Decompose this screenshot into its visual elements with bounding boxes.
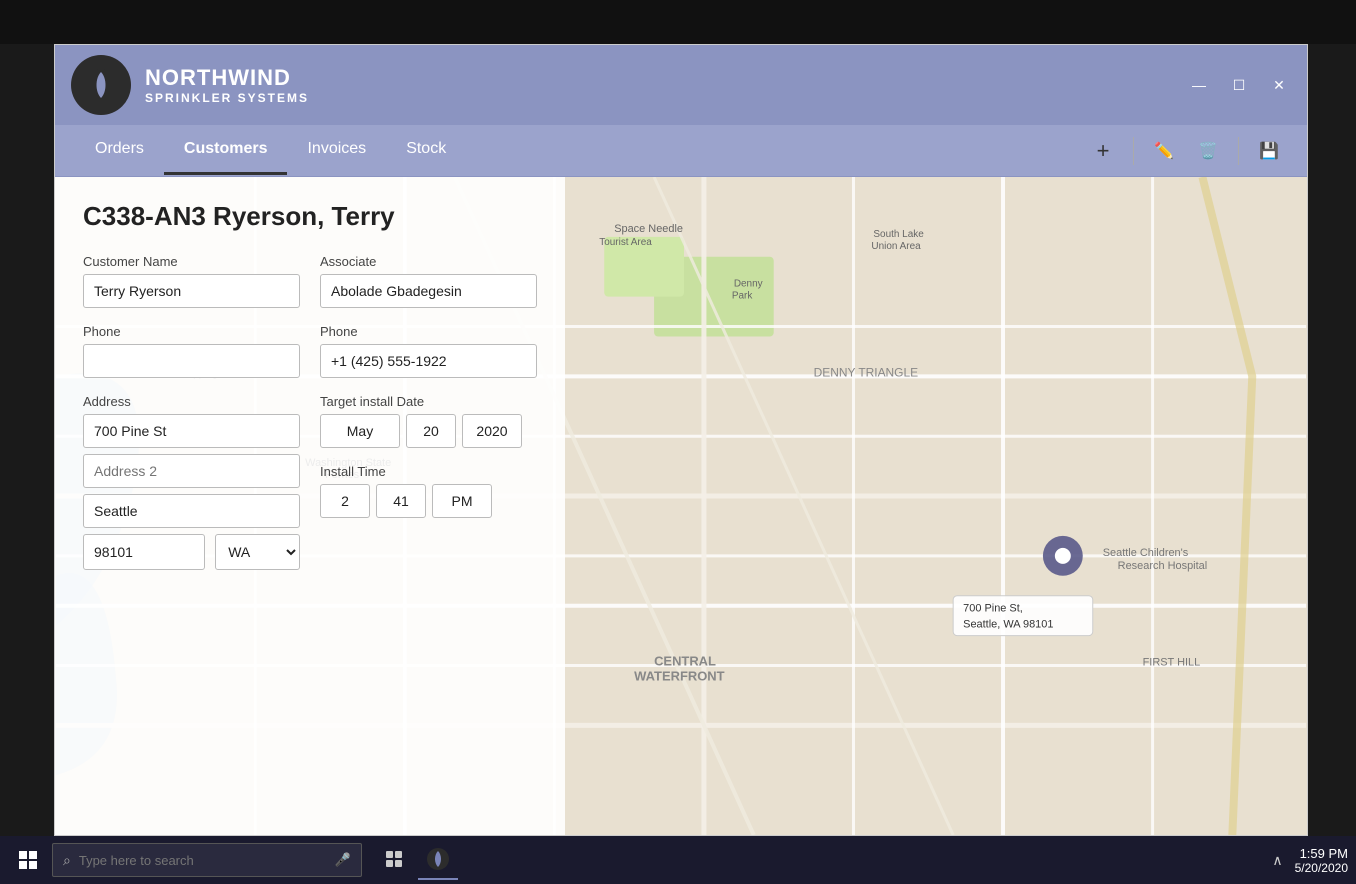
customer-name-group: Customer Name <box>83 254 300 308</box>
add-button[interactable]: + <box>1085 133 1121 169</box>
state-select[interactable]: WA OR CA <box>215 534 300 570</box>
clock-time: 1:59 PM <box>1295 846 1348 861</box>
nav-divider-2 <box>1238 137 1239 165</box>
nav-items: Orders Customers Invoices Stock <box>75 126 466 175</box>
form-row-3: Address WA OR CA Target install Date <box>83 394 537 570</box>
form-row-1: Customer Name Associate <box>83 254 537 308</box>
taskbar-app-multitask[interactable] <box>374 840 414 880</box>
taskbar-app-northwind[interactable] <box>418 840 458 880</box>
nav-divider-1 <box>1133 137 1134 165</box>
window-controls: — ☐ ✕ <box>1187 73 1291 97</box>
record-title: C338-AN3 Ryerson, Terry <box>83 201 537 232</box>
nav-invoices[interactable]: Invoices <box>287 126 386 175</box>
form-overlay: C338-AN3 Ryerson, Terry Customer Name As… <box>55 177 565 835</box>
search-icon: ⌕ <box>63 852 71 869</box>
customer-name-input[interactable] <box>83 274 300 308</box>
chevron-up-icon[interactable]: ∧ <box>1272 852 1282 869</box>
minimize-button[interactable]: — <box>1187 73 1211 97</box>
app-logo <box>71 55 131 115</box>
svg-text:South Lake: South Lake <box>873 229 924 240</box>
app-subtitle: SPRINKLER SYSTEMS <box>145 91 309 105</box>
main-content: Space Needle Tourist Area Denny Park Sou… <box>55 177 1307 835</box>
microphone-icon: 🎤 <box>335 852 351 868</box>
svg-text:Park: Park <box>732 291 752 302</box>
svg-text:FIRST HILL: FIRST HILL <box>1143 657 1201 669</box>
date-time-group: Target install Date Install Time <box>320 394 537 570</box>
delete-button[interactable]: 🗑️ <box>1190 133 1226 169</box>
nav-stock[interactable]: Stock <box>386 126 466 175</box>
date-day-input[interactable] <box>406 414 456 448</box>
install-time-label: Install Time <box>320 464 537 479</box>
nav-bar: Orders Customers Invoices Stock + ✏️ 🗑️ … <box>55 125 1307 177</box>
time-hour-input[interactable] <box>320 484 370 518</box>
address-input[interactable] <box>83 414 300 448</box>
nav-actions: + ✏️ 🗑️ 💾 <box>1085 133 1287 169</box>
taskbar: ⌕ 🎤 ∧ 1:59 PM 5/20/2020 <box>0 836 1356 884</box>
associate-label: Associate <box>320 254 537 269</box>
clock-date: 5/20/2020 <box>1295 861 1348 875</box>
phone2-label: Phone <box>320 324 537 339</box>
date-month-input[interactable] <box>320 414 400 448</box>
phone2-input[interactable] <box>320 344 537 378</box>
time-minute-input[interactable] <box>376 484 426 518</box>
svg-text:Denny: Denny <box>734 279 763 290</box>
svg-text:Research Hospital: Research Hospital <box>1118 560 1207 572</box>
taskbar-right: ∧ 1:59 PM 5/20/2020 <box>1272 846 1348 875</box>
associate-input[interactable] <box>320 274 537 308</box>
edit-button[interactable]: ✏️ <box>1146 133 1182 169</box>
address-label: Address <box>83 394 300 409</box>
top-bar <box>0 0 1356 44</box>
svg-text:Seattle, WA 98101: Seattle, WA 98101 <box>963 619 1053 631</box>
save-button[interactable]: 💾 <box>1251 133 1287 169</box>
nav-customers[interactable]: Customers <box>164 126 288 175</box>
search-input[interactable] <box>79 853 327 868</box>
app-window: NORTHWIND SPRINKLER SYSTEMS — ☐ ✕ Orders… <box>54 44 1308 836</box>
customer-name-label: Customer Name <box>83 254 300 269</box>
zip-state-row: WA OR CA <box>83 534 300 570</box>
phone1-input[interactable] <box>83 344 300 378</box>
phone1-label: Phone <box>83 324 300 339</box>
svg-text:Tourist Area: Tourist Area <box>599 237 652 248</box>
close-button[interactable]: ✕ <box>1267 73 1291 97</box>
taskbar-apps <box>374 840 458 880</box>
address-group: Address WA OR CA <box>83 394 300 570</box>
date-year-input[interactable] <box>462 414 522 448</box>
date-row <box>320 414 537 448</box>
time-row <box>320 484 537 518</box>
nav-orders[interactable]: Orders <box>75 126 164 175</box>
start-button[interactable] <box>8 840 48 880</box>
svg-text:700 Pine St,: 700 Pine St, <box>963 603 1023 615</box>
title-bar: NORTHWIND SPRINKLER SYSTEMS — ☐ ✕ <box>55 45 1307 125</box>
city-input[interactable] <box>83 494 300 528</box>
clock: 1:59 PM 5/20/2020 <box>1295 846 1348 875</box>
maximize-button[interactable]: ☐ <box>1227 73 1251 97</box>
time-ampm-input[interactable] <box>432 484 492 518</box>
phone1-group: Phone <box>83 324 300 378</box>
svg-text:WATERFRONT: WATERFRONT <box>634 668 725 683</box>
svg-text:Seattle Children's: Seattle Children's <box>1103 547 1189 559</box>
phone2-group: Phone <box>320 324 537 378</box>
search-bar[interactable]: ⌕ 🎤 <box>52 843 362 877</box>
svg-text:DENNY TRIANGLE: DENNY TRIANGLE <box>814 365 919 379</box>
address2-input[interactable] <box>83 454 300 488</box>
form-row-2: Phone Phone <box>83 324 537 378</box>
svg-text:Union Area: Union Area <box>871 241 921 252</box>
svg-text:CENTRAL: CENTRAL <box>654 654 716 669</box>
svg-text:Space Needle: Space Needle <box>614 223 683 235</box>
associate-group: Associate <box>320 254 537 308</box>
zip-input[interactable] <box>83 534 205 570</box>
target-install-label: Target install Date <box>320 394 537 409</box>
app-title-text: NORTHWIND SPRINKLER SYSTEMS <box>145 65 309 105</box>
app-name: NORTHWIND <box>145 65 309 91</box>
system-icons: ∧ <box>1272 852 1282 869</box>
